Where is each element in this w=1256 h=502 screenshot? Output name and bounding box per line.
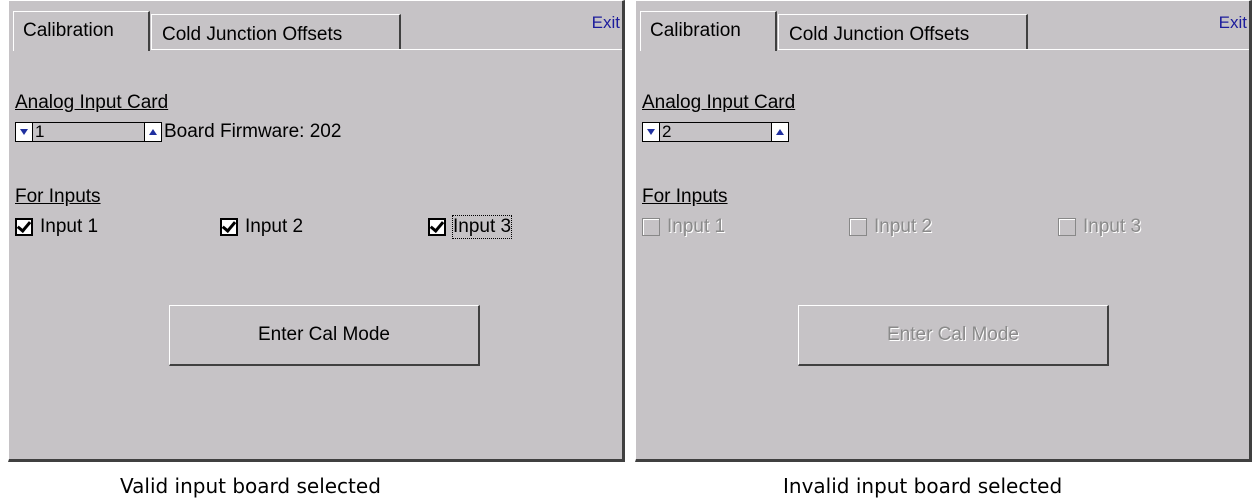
exit-link[interactable]: Exit xyxy=(592,13,620,33)
exit-link[interactable]: Exit xyxy=(1219,13,1247,33)
enter-cal-mode-button[interactable]: Enter Cal Mode xyxy=(169,305,480,366)
chevron-up-icon xyxy=(776,129,784,135)
chevron-up-icon xyxy=(149,129,157,135)
board-firmware-text: Board Firmware: 202 xyxy=(164,121,342,142)
tab-cold-junction-offsets[interactable]: Cold Junction Offsets xyxy=(151,14,401,50)
input-2-label: Input 2 xyxy=(874,216,933,237)
input-3-label: Input 3 xyxy=(1083,216,1142,237)
calibration-window-invalid: Calibration Cold Junction Offsets Exit A… xyxy=(635,0,1252,462)
tab-divider xyxy=(778,49,1249,50)
checkbox-box[interactable] xyxy=(220,217,238,236)
input-1-label: Input 1 xyxy=(667,216,726,237)
enter-cal-mode-button: Enter Cal Mode xyxy=(798,305,1109,366)
tab-calibration[interactable]: Calibration xyxy=(640,11,777,51)
for-inputs-label: For Inputs xyxy=(642,186,728,207)
card-decrement-button[interactable] xyxy=(642,122,660,142)
input-1-label: Input 1 xyxy=(40,216,99,237)
checkbox-box xyxy=(1058,218,1076,236)
input-3-label: Input 3 xyxy=(451,215,513,239)
chevron-down-icon xyxy=(20,129,28,135)
tab-calibration[interactable]: Calibration xyxy=(13,11,150,51)
card-number-field[interactable]: 2 xyxy=(660,122,771,142)
card-decrement-button[interactable] xyxy=(15,122,33,142)
card-increment-button[interactable] xyxy=(144,122,162,142)
analog-input-card-label: Analog Input Card xyxy=(15,92,169,113)
checkmark-icon xyxy=(16,217,32,234)
card-number-field[interactable]: 1 xyxy=(33,122,144,142)
checkbox-box[interactable] xyxy=(15,217,33,236)
analog-input-card-label: Analog Input Card xyxy=(642,92,796,113)
checkbox-box[interactable] xyxy=(428,217,446,236)
for-inputs-label: For Inputs xyxy=(15,186,101,207)
input-2-label: Input 2 xyxy=(245,216,304,237)
checkmark-icon xyxy=(429,217,445,234)
caption-valid: Valid input board selected xyxy=(120,474,381,498)
chevron-down-icon xyxy=(647,129,655,135)
tab-divider xyxy=(151,49,622,50)
checkmark-icon xyxy=(221,217,237,234)
checkbox-box xyxy=(849,218,867,236)
caption-invalid: Invalid input board selected xyxy=(783,474,1063,498)
tab-cold-junction-offsets[interactable]: Cold Junction Offsets xyxy=(778,14,1028,50)
card-increment-button[interactable] xyxy=(771,122,789,142)
checkbox-box xyxy=(642,218,660,236)
calibration-window-valid: Calibration Cold Junction Offsets Exit A… xyxy=(8,0,625,462)
